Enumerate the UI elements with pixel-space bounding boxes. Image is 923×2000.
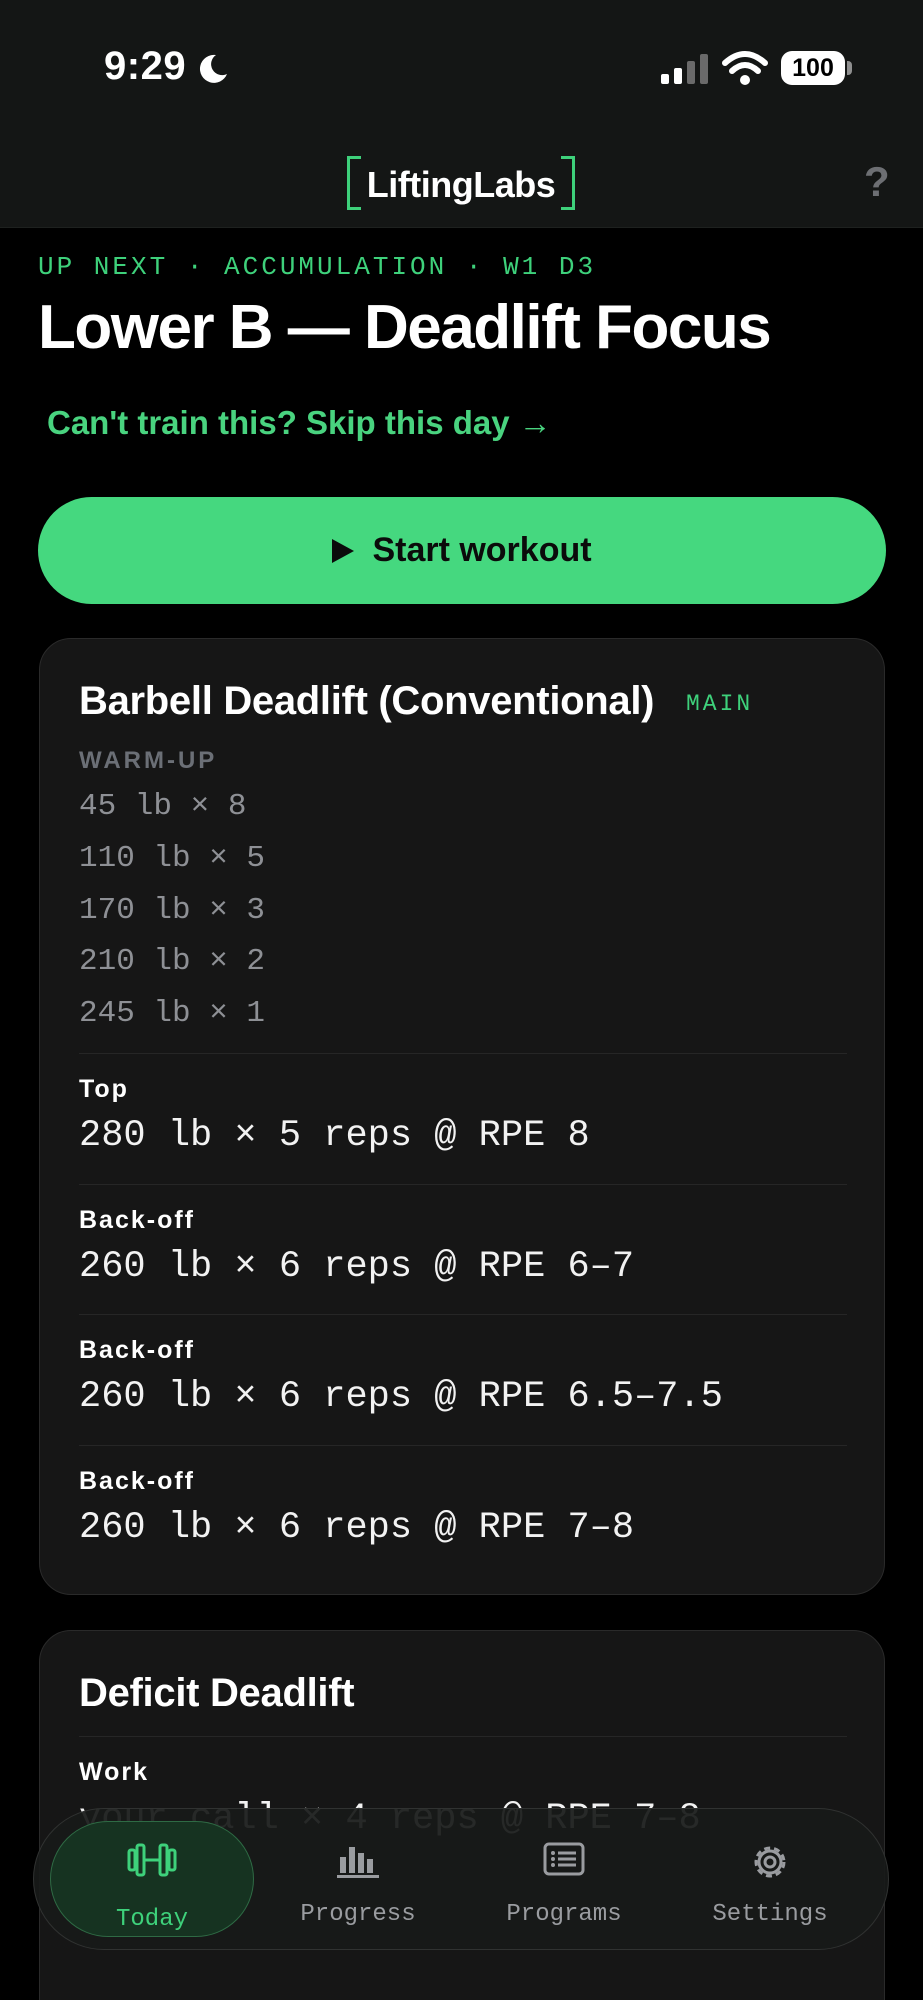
set-label: Work bbox=[79, 1758, 150, 1786]
logo-bracket-right bbox=[561, 156, 575, 210]
warmup-set: 110 lb × 5 bbox=[79, 841, 266, 876]
exercise-name: Barbell Deadlift (Conventional) bbox=[79, 679, 655, 723]
dumbbell-icon bbox=[127, 1843, 177, 1877]
set-label: Top bbox=[79, 1075, 129, 1103]
divider bbox=[79, 1053, 847, 1054]
main-badge: MAIN bbox=[686, 691, 754, 717]
status-time: 9:29 bbox=[104, 44, 187, 88]
start-workout-button[interactable]: Start workout bbox=[38, 497, 886, 604]
tab-settings[interactable]: Settings bbox=[668, 1821, 872, 1937]
tab-label: Settings bbox=[712, 1901, 828, 1928]
bar-chart-icon bbox=[337, 1847, 379, 1878]
workout-eyebrow: UP NEXT · ACCUMULATION · W1 D3 bbox=[38, 252, 597, 282]
divider bbox=[79, 1314, 847, 1315]
help-icon[interactable]: ? bbox=[864, 158, 890, 206]
bottom-tab-bar: Today Progress Programs Settings bbox=[33, 1808, 889, 1950]
tab-label: Progress bbox=[300, 1901, 416, 1928]
tab-programs[interactable]: Programs bbox=[462, 1821, 666, 1937]
set-value: 260 lb × 6 reps @ RPE 6.5–7.5 bbox=[79, 1376, 723, 1418]
set-label: Back-off bbox=[79, 1336, 196, 1364]
top-bar: 9:29 100 LiftingLabs ? bbox=[0, 0, 923, 228]
set-value: 260 lb × 6 reps @ RPE 7–8 bbox=[79, 1507, 635, 1549]
list-icon bbox=[543, 1842, 585, 1876]
divider bbox=[79, 1736, 847, 1737]
warmup-label: WARM-UP bbox=[79, 747, 218, 774]
app-logo: LiftingLabs bbox=[347, 156, 575, 210]
tab-today[interactable]: Today bbox=[50, 1821, 254, 1937]
tab-label: Programs bbox=[506, 1901, 622, 1928]
battery-icon: 100 bbox=[781, 51, 845, 85]
wifi-icon bbox=[722, 51, 768, 85]
skip-day-link[interactable]: Can't train this? Skip this day → bbox=[47, 404, 552, 442]
exercise-name: Deficit Deadlift bbox=[79, 1671, 355, 1715]
divider bbox=[79, 1184, 847, 1185]
play-icon bbox=[332, 538, 355, 563]
gear-icon bbox=[754, 1846, 786, 1878]
divider bbox=[79, 1445, 847, 1446]
warmup-set: 245 lb × 1 bbox=[79, 996, 266, 1031]
exercise-card: Barbell Deadlift (Conventional) MAIN WAR… bbox=[39, 638, 885, 1595]
signal-icon bbox=[661, 54, 708, 84]
warmup-set: 210 lb × 2 bbox=[79, 944, 266, 979]
tab-progress[interactable]: Progress bbox=[256, 1821, 460, 1937]
page-title: Lower B — Deadlift Focus bbox=[38, 293, 772, 362]
start-workout-label: Start workout bbox=[372, 531, 592, 569]
set-value: 280 lb × 5 reps @ RPE 8 bbox=[79, 1115, 590, 1157]
logo-text: LiftingLabs bbox=[366, 164, 556, 205]
set-label: Back-off bbox=[79, 1206, 196, 1234]
set-value: 260 lb × 6 reps @ RPE 6–7 bbox=[79, 1246, 635, 1288]
warmup-set: 45 lb × 8 bbox=[79, 789, 247, 824]
moon-icon bbox=[199, 54, 227, 83]
set-label: Back-off bbox=[79, 1467, 196, 1495]
battery-tip bbox=[847, 61, 852, 75]
warmup-set: 170 lb × 3 bbox=[79, 893, 266, 928]
tab-label: Today bbox=[115, 1906, 188, 1933]
